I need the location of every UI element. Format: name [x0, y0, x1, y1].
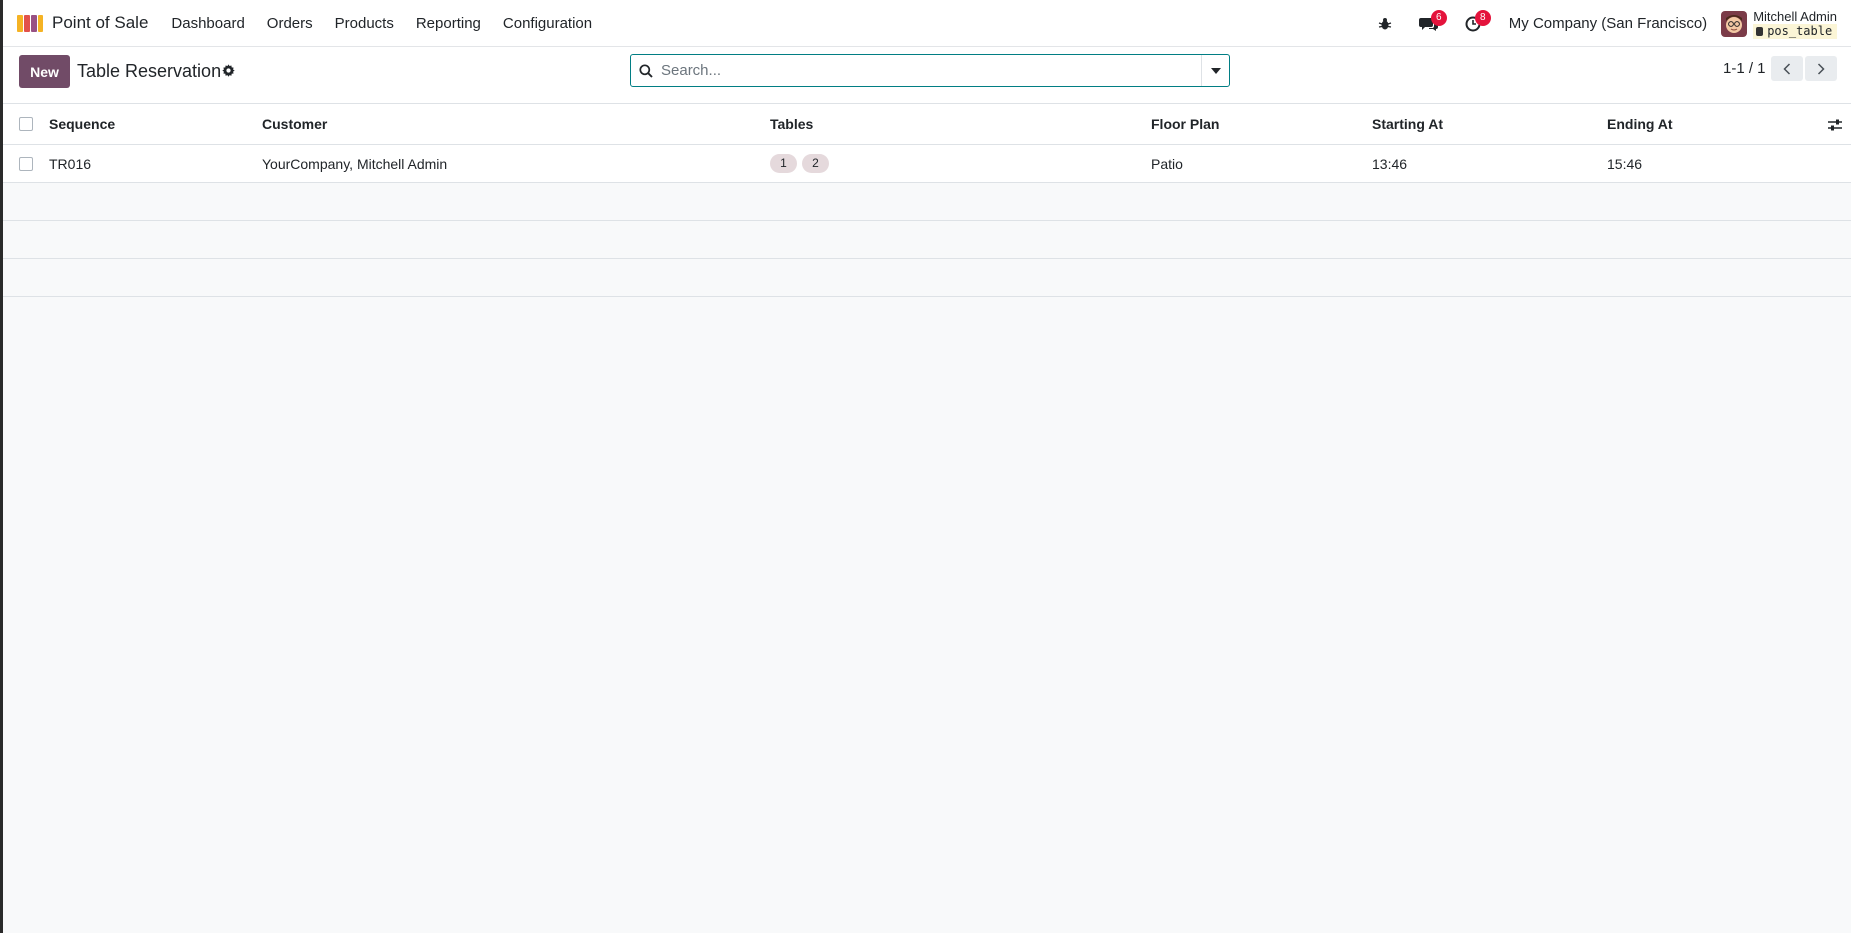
navbar-systray: 6 8 My Company (San Francisco) Mitchell … [1363, 0, 1851, 47]
menu-configuration[interactable]: Configuration [492, 15, 603, 32]
page-title[interactable]: Table Reservation [77, 61, 221, 82]
empty-row [3, 183, 1851, 221]
caret-down-icon[interactable] [1201, 55, 1229, 86]
pager-value[interactable]: 1-1 / 1 [1723, 60, 1766, 77]
cell-floor-plan[interactable]: Patio [1151, 145, 1183, 182]
menu-reporting[interactable]: Reporting [405, 15, 492, 32]
table-row[interactable]: TR016 YourCompany, Mitchell Admin 1 2 Pa… [3, 145, 1851, 183]
cell-customer[interactable]: YourCompany, Mitchell Admin [262, 145, 447, 182]
app-logo-icon[interactable] [16, 12, 44, 34]
top-navbar: Point of Sale Dashboard Orders Products … [3, 0, 1851, 47]
menu-products[interactable]: Products [324, 15, 405, 32]
table-header: Sequence Customer Tables Floor Plan Star… [3, 104, 1851, 145]
clock-icon[interactable]: 8 [1451, 0, 1495, 47]
control-panel: New Table Reservation 1-1 / 1 [3, 47, 1851, 104]
cell-tables[interactable]: 1 2 [770, 145, 834, 182]
column-ending-at[interactable]: Ending At [1607, 104, 1673, 144]
search-input[interactable] [661, 55, 1201, 86]
search-bar [630, 54, 1230, 87]
app-name[interactable]: Point of Sale [52, 13, 148, 33]
messages-badge: 6 [1430, 10, 1447, 26]
column-floor-plan[interactable]: Floor Plan [1151, 104, 1219, 144]
company-switcher[interactable]: My Company (San Francisco) [1509, 15, 1707, 32]
menu-orders[interactable]: Orders [256, 15, 324, 32]
user-menu[interactable]: Mitchell Admin pos_table [1753, 9, 1837, 39]
column-tables[interactable]: Tables [770, 104, 813, 144]
table-tag: 1 [770, 154, 797, 173]
select-all-checkbox[interactable] [19, 117, 33, 131]
cell-starting-at[interactable]: 13:46 [1372, 145, 1407, 182]
avatar[interactable] [1721, 10, 1748, 37]
chevron-right-icon[interactable] [1805, 56, 1837, 81]
empty-row [3, 259, 1851, 297]
table-tag: 2 [802, 154, 829, 173]
database-icon [1756, 26, 1764, 36]
chat-icon[interactable]: 6 [1407, 0, 1451, 47]
database-name: pos_table [1767, 23, 1833, 38]
cell-sequence[interactable]: TR016 [49, 145, 91, 182]
cell-ending-at[interactable]: 15:46 [1607, 145, 1642, 182]
column-settings-icon[interactable] [1827, 117, 1843, 133]
gear-icon[interactable] [220, 62, 236, 78]
column-starting-at[interactable]: Starting At [1372, 104, 1443, 144]
empty-row [3, 221, 1851, 259]
column-customer[interactable]: Customer [262, 104, 327, 144]
user-name: Mitchell Admin [1753, 8, 1837, 24]
select-all-checkbox-cell [19, 104, 33, 144]
column-sequence[interactable]: Sequence [49, 104, 115, 144]
row-checkbox[interactable] [19, 156, 33, 171]
list-view: Sequence Customer Tables Floor Plan Star… [3, 104, 1851, 297]
database-label: pos_table [1753, 23, 1837, 39]
bug-icon[interactable] [1363, 0, 1407, 47]
chevron-left-icon[interactable] [1771, 56, 1803, 81]
new-button[interactable]: New [19, 55, 70, 88]
search-icon [631, 55, 661, 86]
main-menu: Dashboard Orders Products Reporting Conf… [160, 15, 603, 32]
activities-badge: 8 [1474, 10, 1491, 26]
menu-dashboard[interactable]: Dashboard [160, 15, 255, 32]
row-checkbox-cell [19, 145, 33, 182]
